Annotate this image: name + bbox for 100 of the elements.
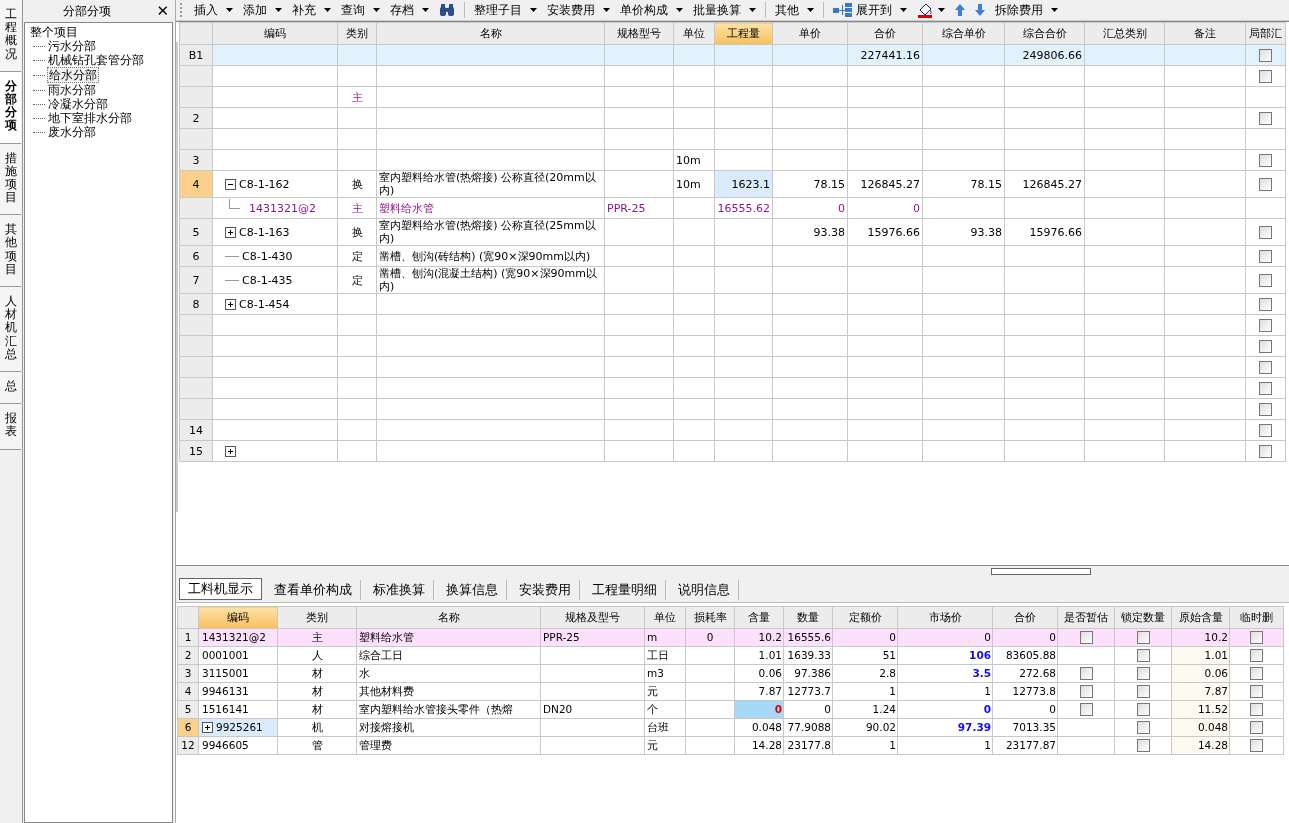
checkbox[interactable] — [1136, 649, 1150, 663]
checkbox[interactable] — [1259, 48, 1272, 62]
checkbox[interactable] — [1136, 667, 1150, 681]
checkbox[interactable] — [1259, 69, 1272, 83]
table-cell: 78.15 — [772, 170, 848, 198]
checkbox[interactable] — [1250, 685, 1263, 699]
tab[interactable]: 换算信息 — [438, 580, 507, 600]
side-tab[interactable]: 其他项目 — [0, 215, 21, 287]
tree-item[interactable]: 雨水分部 — [47, 83, 97, 97]
checkbox[interactable] — [1250, 631, 1263, 645]
caret-icon — [226, 8, 233, 12]
row-number: 5 — [179, 218, 213, 246]
row-number: 14 — [179, 419, 213, 441]
table-cell: 14.28 — [734, 736, 784, 755]
checkbox[interactable] — [1136, 703, 1150, 717]
tree-item[interactable]: 污水分部 — [47, 39, 97, 53]
checkbox[interactable] — [1250, 739, 1263, 753]
toolbar-menu[interactable]: 批量换算 — [689, 1, 760, 19]
item-code: C8-1-430 — [242, 249, 293, 263]
table-cell: 室内塑料给水管(热熔接) 公称直径(25mm以内) — [376, 218, 605, 246]
side-tab[interactable]: 人材机汇总 — [0, 287, 21, 372]
table-cell: 12773.7 — [783, 682, 833, 701]
table-cell: 换 — [337, 218, 377, 246]
row-number: 3 — [179, 149, 213, 171]
expand-icon[interactable] — [225, 298, 236, 310]
toolbar-menu[interactable]: 插入 — [190, 1, 237, 19]
checkbox[interactable] — [1259, 177, 1272, 191]
scrollbar[interactable] — [176, 42, 178, 512]
expand-icon[interactable] — [202, 722, 213, 733]
tab[interactable]: 说明信息 — [670, 580, 739, 600]
toolbar-menu[interactable]: 补充 — [288, 1, 335, 19]
checkbox[interactable] — [1259, 444, 1272, 458]
toolbar-menu[interactable]: 单价构成 — [616, 1, 687, 19]
item-code: C8-1-435 — [242, 273, 293, 287]
toolbar-menu[interactable]: 其他 — [771, 1, 818, 19]
checkbox[interactable] — [1259, 153, 1272, 167]
expand-to-menu[interactable]: 展开到 — [829, 1, 911, 19]
checkbox[interactable] — [1259, 273, 1272, 287]
toolbar-menu[interactable]: 查询 — [337, 1, 384, 19]
checkbox[interactable] — [1259, 318, 1272, 332]
caret-icon — [373, 8, 380, 12]
expand-icon[interactable] — [225, 226, 236, 238]
side-tab[interactable]: 总 — [0, 371, 21, 405]
toolbar-menu[interactable]: 整理子目 — [470, 1, 541, 19]
table-cell: 元 — [644, 682, 686, 701]
tree-item[interactable]: 冷凝水分部 — [47, 97, 109, 111]
checkbox[interactable] — [1136, 739, 1150, 753]
checkbox[interactable] — [1079, 703, 1093, 717]
item-code: 0001001 — [202, 649, 249, 662]
checkbox[interactable] — [1079, 631, 1093, 645]
checkbox[interactable] — [1259, 360, 1272, 374]
expand-icon[interactable] — [225, 445, 236, 457]
tab[interactable]: 工程量明细 — [584, 580, 666, 600]
column-header: 定额价 — [832, 606, 898, 629]
checkbox[interactable] — [1259, 249, 1272, 263]
collapse-icon[interactable] — [225, 178, 236, 190]
checkbox[interactable] — [1259, 339, 1272, 353]
checkbox[interactable] — [1136, 631, 1150, 645]
scrollbar[interactable] — [991, 568, 1091, 575]
close-button[interactable]: ✕ — [156, 2, 169, 20]
checkbox[interactable] — [1250, 667, 1263, 681]
side-tab[interactable]: 报表 — [0, 404, 21, 450]
toolbar-menu[interactable]: 添加 — [239, 1, 286, 19]
checkbox[interactable] — [1079, 667, 1093, 681]
checkbox[interactable] — [1259, 402, 1272, 416]
table-cell: 126845.27 — [1004, 170, 1085, 198]
checkbox[interactable] — [1250, 703, 1263, 717]
tab[interactable]: 安装费用 — [511, 580, 580, 600]
checkbox[interactable] — [1259, 423, 1272, 437]
table-cell: 对接熔接机 — [356, 718, 541, 737]
checkbox[interactable] — [1250, 649, 1263, 663]
side-tab[interactable]: 措施项目 — [0, 143, 21, 216]
checkbox[interactable] — [1259, 297, 1272, 311]
column-header: 名称 — [356, 606, 541, 629]
table-cell: 塑料给水管 — [376, 197, 605, 219]
checkbox[interactable] — [1250, 721, 1263, 735]
checkbox[interactable] — [1136, 721, 1150, 735]
table-cell: 台班 — [644, 718, 686, 737]
side-tab[interactable]: 分部分项 — [0, 71, 21, 144]
side-tab[interactable]: 工程概况 — [0, 0, 21, 72]
table-cell: 定 — [337, 266, 377, 294]
tree-item[interactable]: 机械钻孔套管分部 — [47, 53, 145, 67]
toolbar-menu[interactable]: 存档 — [386, 1, 433, 19]
toolbar-menu[interactable]: 拆除费用 — [991, 1, 1062, 19]
table-cell: 15976.66 — [847, 218, 923, 246]
checkbox[interactable] — [1259, 225, 1272, 239]
table-cell: 室内塑料给水管接头零件（热熔 — [356, 700, 541, 719]
tree-item[interactable]: 地下室排水分部 — [47, 111, 133, 125]
checkbox[interactable] — [1259, 381, 1272, 395]
tab[interactable]: 标准换算 — [365, 580, 434, 600]
tree-item[interactable]: 废水分部 — [47, 125, 97, 139]
table-cell: 78.15 — [922, 170, 1005, 198]
tree-item[interactable]: 整个项目 — [29, 25, 79, 39]
checkbox[interactable] — [1259, 111, 1272, 125]
tab[interactable]: 查看单价构成 — [266, 580, 361, 600]
toolbar-menu[interactable]: 安装费用 — [543, 1, 614, 19]
tab[interactable]: 工料机显示 — [179, 578, 262, 600]
checkbox[interactable] — [1136, 685, 1150, 699]
tree-item[interactable]: 给水分部 — [47, 67, 99, 83]
checkbox[interactable] — [1079, 685, 1093, 699]
